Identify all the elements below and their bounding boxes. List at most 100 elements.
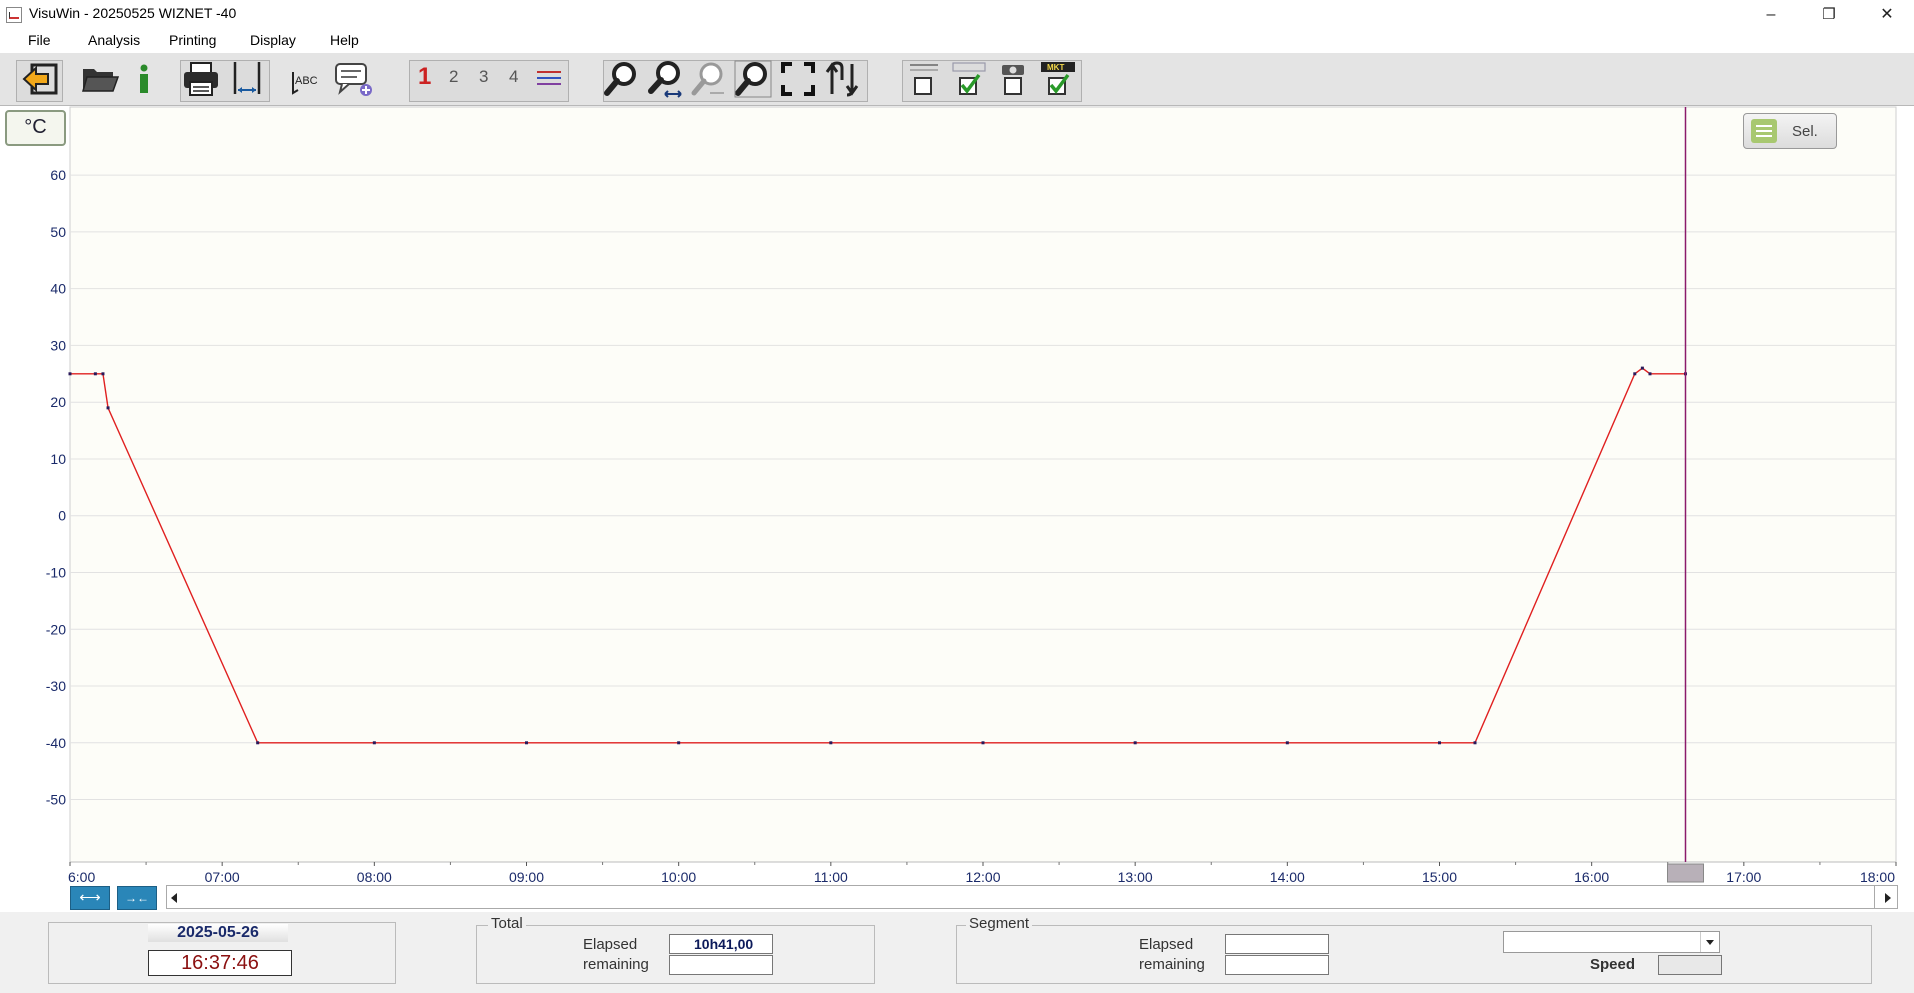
fullscreen-icon[interactable] <box>778 59 818 99</box>
x-tick-label: 17:00 <box>1726 869 1761 885</box>
speed-dropdown-button[interactable] <box>1700 932 1719 952</box>
data-point <box>981 741 985 745</box>
menu-display[interactable]: Display <box>250 32 296 48</box>
window-title: VisuWin - 20250525 WIZNET -40 <box>29 5 237 21</box>
chevron-down-icon <box>1706 940 1714 945</box>
x-tick-label: 14:00 <box>1270 869 1305 885</box>
zoom-fit-icon[interactable] <box>733 59 773 99</box>
data-point <box>372 741 376 745</box>
data-point <box>1285 741 1289 745</box>
menu-analysis[interactable]: Analysis <box>88 32 140 48</box>
y-tick-label: 10 <box>50 451 66 467</box>
plot-background <box>69 106 1897 863</box>
show-legend-icon[interactable] <box>949 59 989 99</box>
temperature-chart[interactable]: 60 50 40 30 20 10 0 -10 -20 -30 -40 -50 6:00 07:00 08:… <box>0 106 1914 912</box>
data-point <box>1438 741 1441 745</box>
menu-help[interactable]: Help <box>330 32 359 48</box>
segment-elapsed-label: Elapsed <box>1139 936 1194 953</box>
mkt-text: MKT <box>1047 63 1064 72</box>
segment-title: Segment <box>966 915 1033 932</box>
spellcheck-text: ABC <box>295 75 318 87</box>
data-point <box>1640 366 1644 370</box>
speed-select[interactable] <box>1503 931 1720 953</box>
y-tick-label: 40 <box>50 281 66 297</box>
current-time: 16:37:46 <box>148 950 292 976</box>
channel-2-button[interactable]: 2 <box>449 67 458 87</box>
data-point <box>93 372 97 376</box>
open-folder-icon[interactable] <box>80 59 120 99</box>
data-point <box>1473 741 1477 745</box>
data-point <box>106 406 110 410</box>
camera-icon[interactable] <box>993 59 1033 99</box>
segment-remaining-field <box>1225 955 1329 975</box>
select-label: Sel. <box>1792 123 1818 140</box>
total-elapsed-field: 10h41,00 <box>669 934 773 954</box>
total-remaining-label: remaining <box>583 956 649 973</box>
y-tick-label: 30 <box>50 337 66 353</box>
data-point <box>525 741 528 745</box>
segment-remaining-label: remaining <box>1139 956 1205 973</box>
y-tick-label: 0 <box>58 508 66 524</box>
channel-4-button[interactable]: 4 <box>509 67 518 87</box>
page-width-icon[interactable] <box>227 59 267 99</box>
swap-axes-icon[interactable] <box>822 59 862 99</box>
timeline-scrollbar[interactable] <box>166 885 1898 909</box>
data-point <box>101 372 105 376</box>
total-remaining-field <box>669 955 773 975</box>
x-tick-label: 18:00 <box>1860 869 1895 885</box>
print-icon[interactable] <box>181 59 221 99</box>
current-date: 2025-05-26 <box>148 924 288 942</box>
segment-elapsed-field <box>1225 934 1329 954</box>
collapse-icon: →← <box>125 891 149 905</box>
x-tick-label: 10:00 <box>661 869 696 885</box>
channel-1-button[interactable]: 1 <box>418 63 431 91</box>
toolbar: ABC 1 2 3 4 MKT <box>0 53 1914 106</box>
select-button[interactable]: Sel. <box>1743 113 1837 149</box>
y-tick-label: 50 <box>50 224 66 240</box>
channels-list-icon[interactable] <box>529 59 569 99</box>
expand-timeline-button[interactable]: ⟷ <box>70 886 110 910</box>
menu-bar: File Analysis Printing Display Help <box>0 29 1914 53</box>
expand-icon: ⟷ <box>79 889 101 906</box>
exit-icon[interactable] <box>20 59 60 99</box>
info-icon[interactable] <box>124 59 164 99</box>
segment-group <box>956 925 1872 984</box>
minimize-button[interactable]: – <box>1748 0 1794 29</box>
spellcheck-icon[interactable]: ABC <box>286 59 326 99</box>
total-elapsed-label: Elapsed <box>583 936 638 953</box>
zoom-out-icon[interactable] <box>689 59 729 99</box>
scroll-divider <box>1874 886 1875 908</box>
title-bar: VisuWin - 20250525 WIZNET -40 – ❐ ✕ <box>0 0 1914 29</box>
app-icon <box>6 7 22 23</box>
collapse-timeline-button[interactable]: →← <box>117 886 157 910</box>
restore-button[interactable]: ❐ <box>1806 0 1852 29</box>
scroll-right-arrow[interactable] <box>1885 893 1891 903</box>
y-tick-label: -40 <box>46 735 66 751</box>
time-cursor-marker <box>1667 863 1705 883</box>
x-tick-label: 16:00 <box>1574 869 1609 885</box>
x-tick-label: 09:00 <box>509 869 544 885</box>
zoom-icon[interactable] <box>602 59 642 99</box>
menu-printing[interactable]: Printing <box>169 32 216 48</box>
y-tick-label: 20 <box>50 394 66 410</box>
comment-add-icon[interactable] <box>333 59 373 99</box>
scroll-left-arrow[interactable] <box>171 893 177 903</box>
total-elapsed-value: 10h41,00 <box>694 936 754 952</box>
channel-3-button[interactable]: 3 <box>479 67 488 87</box>
x-tick-label: 13:00 <box>1118 869 1153 885</box>
menu-file[interactable]: File <box>28 32 51 48</box>
chart-area[interactable]: 60 50 40 30 20 10 0 -10 -20 -30 -40 -50 6:00 07:00 08:… <box>0 106 1914 912</box>
y-tick-label: -10 <box>46 564 66 580</box>
mkt-icon[interactable]: MKT <box>1038 59 1078 99</box>
list-icon <box>1751 119 1777 143</box>
hide-legend-icon[interactable] <box>904 59 944 99</box>
x-tick-label: 07:00 <box>205 869 240 885</box>
y-tick-label: -30 <box>46 678 66 694</box>
unit-button[interactable]: °C <box>5 110 66 146</box>
data-point <box>1633 372 1637 376</box>
x-tick-label: 12:00 <box>965 869 1000 885</box>
x-tick-label: 08:00 <box>357 869 392 885</box>
y-tick-label: -20 <box>46 621 66 637</box>
zoom-horizontal-icon[interactable] <box>646 59 686 99</box>
close-button[interactable]: ✕ <box>1864 0 1910 29</box>
